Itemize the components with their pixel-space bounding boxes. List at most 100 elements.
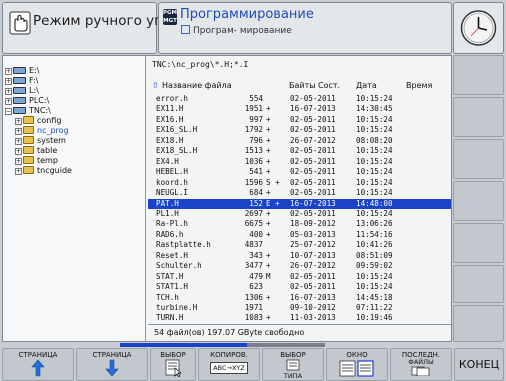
file-time: 10:15:24 xyxy=(356,188,393,198)
tree-item-tncguide[interactable]: + tncguide xyxy=(15,166,72,175)
file-row[interactable]: koord.h 1596 S +02-05-2011 10:15:24 xyxy=(148,178,451,188)
expand-icon[interactable]: + xyxy=(15,148,22,155)
file-row-selected[interactable]: PAT.H 152 E +16-07-2013 14:48:00 xyxy=(148,198,451,209)
arrow-down-icon xyxy=(105,359,119,377)
file-time: 10:15:24 xyxy=(356,167,393,177)
drive-icon xyxy=(13,87,26,94)
right-softkey-1[interactable] xyxy=(453,55,504,95)
sort-up-icon[interactable]: ⇧ xyxy=(152,81,159,90)
file-row[interactable]: EX11.H 1951 +16-07-2013 14:30:45 xyxy=(148,104,451,114)
file-size: 796 xyxy=(249,135,263,145)
tree-item-label: TNC:\ xyxy=(29,106,51,115)
manual-hand-icon xyxy=(9,11,31,35)
tree-item-temp[interactable]: + temp xyxy=(15,156,58,165)
program-window-icon xyxy=(181,25,190,34)
file-row[interactable]: EX16_SL.H 1792 +02-05-2011 10:15:24 xyxy=(148,125,451,135)
tree-item-drive-e[interactable]: + E:\ xyxy=(5,66,39,75)
window-button[interactable]: ОКНО xyxy=(326,348,388,381)
tree-item-table[interactable]: + table xyxy=(15,146,57,155)
expand-icon[interactable]: + xyxy=(5,88,12,95)
file-row[interactable]: Rastplatte.h 4837 25-07-2012 10:41:26 xyxy=(148,240,451,250)
expand-icon[interactable]: + xyxy=(15,118,22,125)
clock-widget xyxy=(453,2,504,54)
tree-item-drive-plc[interactable]: + PLC:\ xyxy=(5,96,49,105)
page-down-button[interactable]: СТРАНИЦА xyxy=(76,348,148,381)
file-row[interactable]: EX4.H 1036 +02-05-2011 10:15:24 xyxy=(148,157,451,167)
expand-icon[interactable]: + xyxy=(15,138,22,145)
column-size[interactable]: Байты xyxy=(289,81,316,90)
end-button[interactable]: КОНЕЦ xyxy=(454,348,504,381)
tree-item-drive-tnc[interactable]: − TNC:\ xyxy=(5,106,51,115)
column-name[interactable]: Название файла xyxy=(162,81,232,90)
file-row[interactable]: EX16.H 997 +02-05-2011 10:15:24 xyxy=(148,115,451,125)
file-manager-panel: + E:\ + F:\ + L:\ + PLC:\ − TNC:\ + config + nc… xyxy=(2,55,452,342)
file-size: 1306 xyxy=(244,292,263,302)
file-row[interactable]: RAD6.h 400 +05-03-2013 11:54:16 xyxy=(148,230,451,240)
file-date: 10-07-2013 xyxy=(290,250,336,260)
select-button[interactable]: ВЫБОР xyxy=(150,348,196,381)
file-row[interactable]: Reset.H 343 +10-07-2013 08:51:09 xyxy=(148,251,451,261)
file-row[interactable]: Schulter.h 3477 +26-07-2012 09:59:02 xyxy=(148,261,451,271)
file-date: 02-05-2011 xyxy=(290,146,336,156)
right-softkey-6[interactable] xyxy=(453,265,504,303)
file-row[interactable]: NEUGL.I 684 +02-05-2011 10:15:24 xyxy=(148,188,451,198)
expand-icon[interactable]: + xyxy=(5,78,12,85)
tree-item-drive-l[interactable]: + L:\ xyxy=(5,86,39,95)
file-size: 623 xyxy=(249,282,263,292)
tree-item-label: config xyxy=(37,116,62,125)
file-row[interactable]: turbine.H 1971 09-10-2012 07:11:22 xyxy=(148,303,451,313)
file-time: 14:45:18 xyxy=(356,292,393,302)
right-softkey-4[interactable] xyxy=(453,181,504,221)
folder-open-icon xyxy=(23,126,34,134)
drive-icon xyxy=(13,97,26,104)
expand-icon[interactable]: + xyxy=(5,68,12,75)
folder-icon xyxy=(23,166,34,174)
select-type-button[interactable]: ВЫБОР ТИПА xyxy=(262,348,324,381)
right-softkey-5[interactable] xyxy=(453,223,504,263)
last-files-button[interactable]: ПОСЛЕДН. ФАЙЛЫ xyxy=(390,348,452,381)
file-date: 02-05-2011 xyxy=(290,282,336,292)
file-date: 16-07-2013 xyxy=(290,292,336,302)
right-softkey-2[interactable] xyxy=(453,97,504,137)
file-time: 10:19:46 xyxy=(356,313,393,323)
file-size: 997 xyxy=(249,114,263,124)
file-row[interactable]: Ra-Pl.h 6675 +18-09-2012 13:06:26 xyxy=(148,219,451,229)
file-date: 16-07-2013 xyxy=(290,198,336,208)
column-status[interactable]: Сост. xyxy=(318,81,340,90)
file-date: 26-07-2012 xyxy=(290,135,336,145)
copy-button[interactable]: КОПИРОВ. ABC→XYZ xyxy=(198,348,260,381)
tree-item-drive-f[interactable]: + F:\ xyxy=(5,76,38,85)
drive-icon xyxy=(13,77,26,84)
column-date[interactable]: Дата xyxy=(356,81,377,90)
tree-item-config[interactable]: + config xyxy=(15,116,61,125)
file-row[interactable]: STAT.H 479 M 02-05-2011 10:15:24 xyxy=(148,272,451,282)
column-time[interactable]: Время xyxy=(406,81,432,90)
collapse-icon[interactable]: − xyxy=(5,108,12,115)
expand-icon[interactable]: + xyxy=(5,98,12,105)
file-row[interactable]: EX18_SL.H 1513 +02-05-2011 10:15:24 xyxy=(148,146,451,156)
file-row[interactable]: EX18.H 796 +26-07-2012 08:08:20 xyxy=(148,136,451,146)
tree-item-label: temp xyxy=(37,156,58,165)
clock-icon xyxy=(460,10,497,46)
page-up-label: СТРАНИЦА xyxy=(18,351,58,359)
file-date: 02-05-2011 xyxy=(290,188,336,198)
expand-icon[interactable]: + xyxy=(15,158,22,165)
file-size: 343 xyxy=(249,250,263,260)
file-row[interactable]: STAT1.H 623 02-05-2011 10:15:24 xyxy=(148,282,451,292)
file-row[interactable]: TURN.H 1083 +11-03-2013 10:19:46 xyxy=(148,313,451,323)
file-row[interactable]: PL1.H 2697 +02-05-2011 10:15:24 xyxy=(148,209,451,219)
tree-item-nc-prog[interactable]: + nc_prog xyxy=(15,126,69,135)
tree-item-system[interactable]: + system xyxy=(15,136,66,145)
file-row[interactable]: error.h 554 02-05-2011 10:15:24 xyxy=(148,94,451,104)
right-softkey-3[interactable] xyxy=(453,139,504,179)
page-up-button[interactable]: СТРАНИЦА xyxy=(2,348,74,381)
machine-mode-tab[interactable]: Режим ручного уп... xyxy=(2,2,176,54)
file-row[interactable]: HEBEL.H 541 +02-05-2011 10:15:24 xyxy=(148,167,451,177)
file-row[interactable]: TCH.h 1306 +16-07-2013 14:45:18 xyxy=(148,293,451,303)
path-filter: TNC:\nc_prog\*.H;*.I xyxy=(152,60,249,69)
expand-icon[interactable]: + xyxy=(15,168,22,175)
expand-icon[interactable]: + xyxy=(15,128,22,135)
right-softkey-7[interactable] xyxy=(453,305,504,342)
file-status: + xyxy=(266,261,271,271)
file-time: 10:15:24 xyxy=(356,208,393,218)
